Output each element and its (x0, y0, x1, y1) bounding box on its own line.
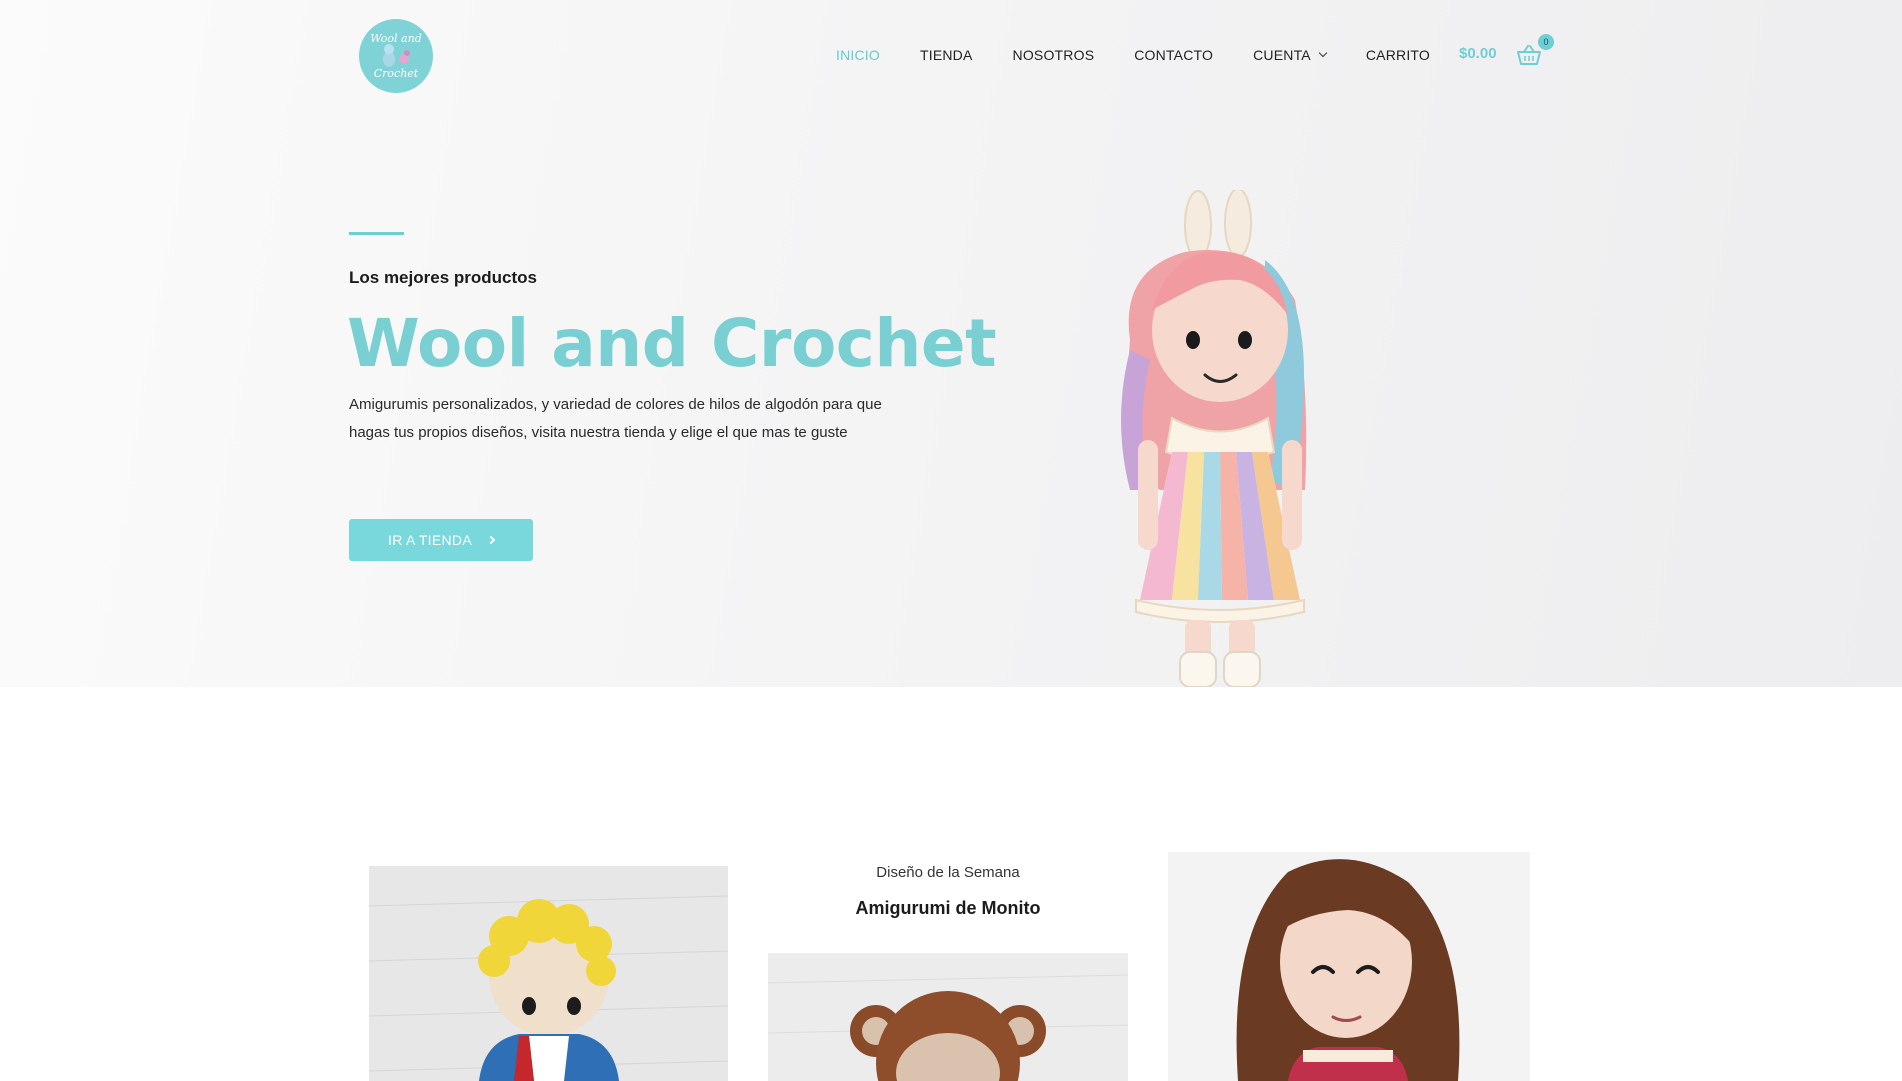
nav-item-inicio[interactable]: INICIO (836, 47, 880, 63)
prince-doll-illustration (369, 866, 728, 1081)
product-image-brunette-doll[interactable] (1168, 852, 1530, 1081)
nav-item-carrito[interactable]: CARRITO (1366, 47, 1430, 63)
brunette-doll-illustration (1168, 852, 1530, 1081)
accent-divider (349, 232, 404, 235)
nav-item-tienda[interactable]: TIENDA (920, 47, 973, 63)
hero-doll-image (1121, 190, 1307, 687)
featured-label: Diseño de la Semana (876, 864, 1020, 881)
hero-section: Wool and Crochet INICIO TIENDA NOSOTROS … (0, 0, 1902, 687)
nav-item-nosotros[interactable]: NOSOTROS (1013, 47, 1095, 63)
nav-item-cuenta[interactable]: CUENTA (1253, 47, 1328, 63)
featured-title: Amigurumi de Monito (855, 898, 1041, 918)
product-image-prince-doll[interactable] (369, 866, 728, 1081)
logo-text-bottom: Crochet (373, 67, 419, 80)
hero-title: Wool and Crochet (347, 305, 997, 382)
logo-text-top: Wool and (370, 32, 422, 45)
logo-illustration (360, 20, 432, 92)
chevron-down-icon (1318, 48, 1328, 58)
nav-item-cuenta-label: CUENTA (1253, 47, 1311, 63)
hero-eyebrow: Los mejores productos (349, 268, 537, 287)
main-nav: INICIO TIENDA NOSOTROS CONTACTO CUENTA C… (836, 47, 1470, 63)
cart-total[interactable]: $0.00 (1459, 45, 1497, 62)
site-logo[interactable]: Wool and Crochet (359, 19, 433, 93)
nav-item-contacto[interactable]: CONTACTO (1134, 47, 1213, 63)
cart-count-badge: 0 (1538, 34, 1554, 50)
go-to-shop-label: IR A TIENDA (388, 532, 472, 548)
go-to-shop-button[interactable]: IR A TIENDA (349, 519, 533, 561)
monkey-illustration (768, 953, 1128, 1081)
basket-icon[interactable] (1516, 44, 1542, 66)
product-image-monkey[interactable] (768, 953, 1128, 1081)
hero-description: Amigurumis personalizados, y variedad de… (349, 396, 882, 441)
chevron-right-icon (486, 535, 496, 545)
